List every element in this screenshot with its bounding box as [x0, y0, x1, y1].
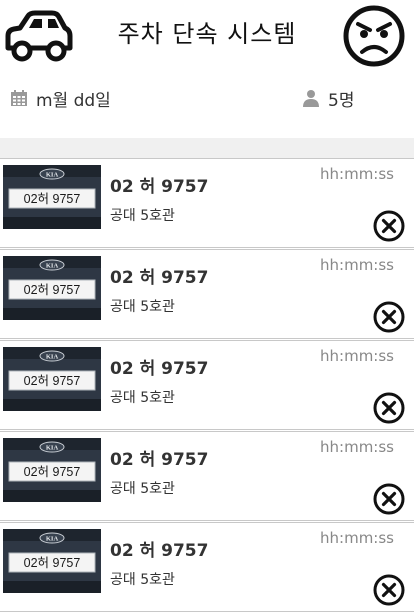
plate-photo: KIA 02허 9757 [3, 256, 101, 320]
plate-number: 02 허 9757 [110, 359, 209, 379]
close-icon [373, 574, 405, 606]
plate-number: 02 허 9757 [110, 541, 209, 561]
calendar-icon [11, 90, 27, 106]
violator-count: 5명 [302, 86, 355, 111]
svg-text:02허 9757: 02허 9757 [24, 192, 81, 206]
svg-text:KIA: KIA [46, 445, 59, 452]
svg-text:KIA: KIA [46, 172, 59, 179]
plate-number: 02 허 9757 [110, 177, 209, 197]
svg-text:KIA: KIA [46, 263, 59, 270]
svg-text:02허 9757: 02허 9757 [24, 556, 81, 570]
delete-button[interactable] [373, 392, 405, 424]
location-text: 공대 5호관 [110, 208, 175, 224]
violation-list: KIA 02허 9757 02 허 9757 공대 5호관 hh:mm:ss K… [0, 158, 414, 612]
plate-photo: KIA 02허 9757 [3, 347, 101, 411]
angry-face-icon [343, 5, 405, 67]
plate-photo: KIA 02허 9757 [3, 165, 101, 229]
delete-button[interactable] [373, 483, 405, 515]
person-icon [303, 90, 319, 107]
violation-item-5[interactable]: KIA 02허 9757 02 허 9757 공대 5호관 hh:mm:ss [0, 522, 414, 612]
delete-button[interactable] [373, 210, 405, 242]
timestamp: hh:mm:ss [320, 529, 394, 547]
close-icon [373, 301, 405, 333]
location-text: 공대 5호관 [110, 572, 175, 588]
close-icon [373, 392, 405, 424]
delete-button[interactable] [373, 574, 405, 606]
violation-item-3[interactable]: KIA 02허 9757 02 허 9757 공대 5호관 hh:mm:ss [0, 340, 414, 430]
plate-number: 02 허 9757 [110, 450, 209, 470]
violation-item-2[interactable]: KIA 02허 9757 02 허 9757 공대 5호관 hh:mm:ss [0, 249, 414, 339]
timestamp: hh:mm:ss [320, 256, 394, 274]
header-divider-band [0, 138, 414, 158]
timestamp: hh:mm:ss [320, 438, 394, 456]
location-text: 공대 5호관 [110, 299, 175, 315]
close-icon [373, 210, 405, 242]
svg-text:02허 9757: 02허 9757 [24, 283, 81, 297]
violation-item-1[interactable]: KIA 02허 9757 02 허 9757 공대 5호관 hh:mm:ss [0, 158, 414, 248]
date-display: m월 dd일 [10, 86, 111, 111]
date-text: m월 dd일 [36, 90, 111, 111]
svg-text:KIA: KIA [46, 354, 59, 361]
plate-number: 02 허 9757 [110, 268, 209, 288]
delete-button[interactable] [373, 301, 405, 333]
svg-text:KIA: KIA [46, 536, 59, 543]
location-text: 공대 5호관 [110, 390, 175, 406]
count-text: 5명 [328, 90, 355, 111]
svg-text:02허 9757: 02허 9757 [24, 374, 81, 388]
location-text: 공대 5호관 [110, 481, 175, 497]
timestamp: hh:mm:ss [320, 165, 394, 183]
plate-photo: KIA 02허 9757 [3, 438, 101, 502]
close-icon [373, 483, 405, 515]
app-header: 주차 단속 시스템 m월 dd일 5명 [0, 0, 414, 138]
plate-photo: KIA 02허 9757 [3, 529, 101, 593]
timestamp: hh:mm:ss [320, 347, 394, 365]
svg-text:02허 9757: 02허 9757 [24, 465, 81, 479]
violation-item-4[interactable]: KIA 02허 9757 02 허 9757 공대 5호관 hh:mm:ss [0, 431, 414, 521]
